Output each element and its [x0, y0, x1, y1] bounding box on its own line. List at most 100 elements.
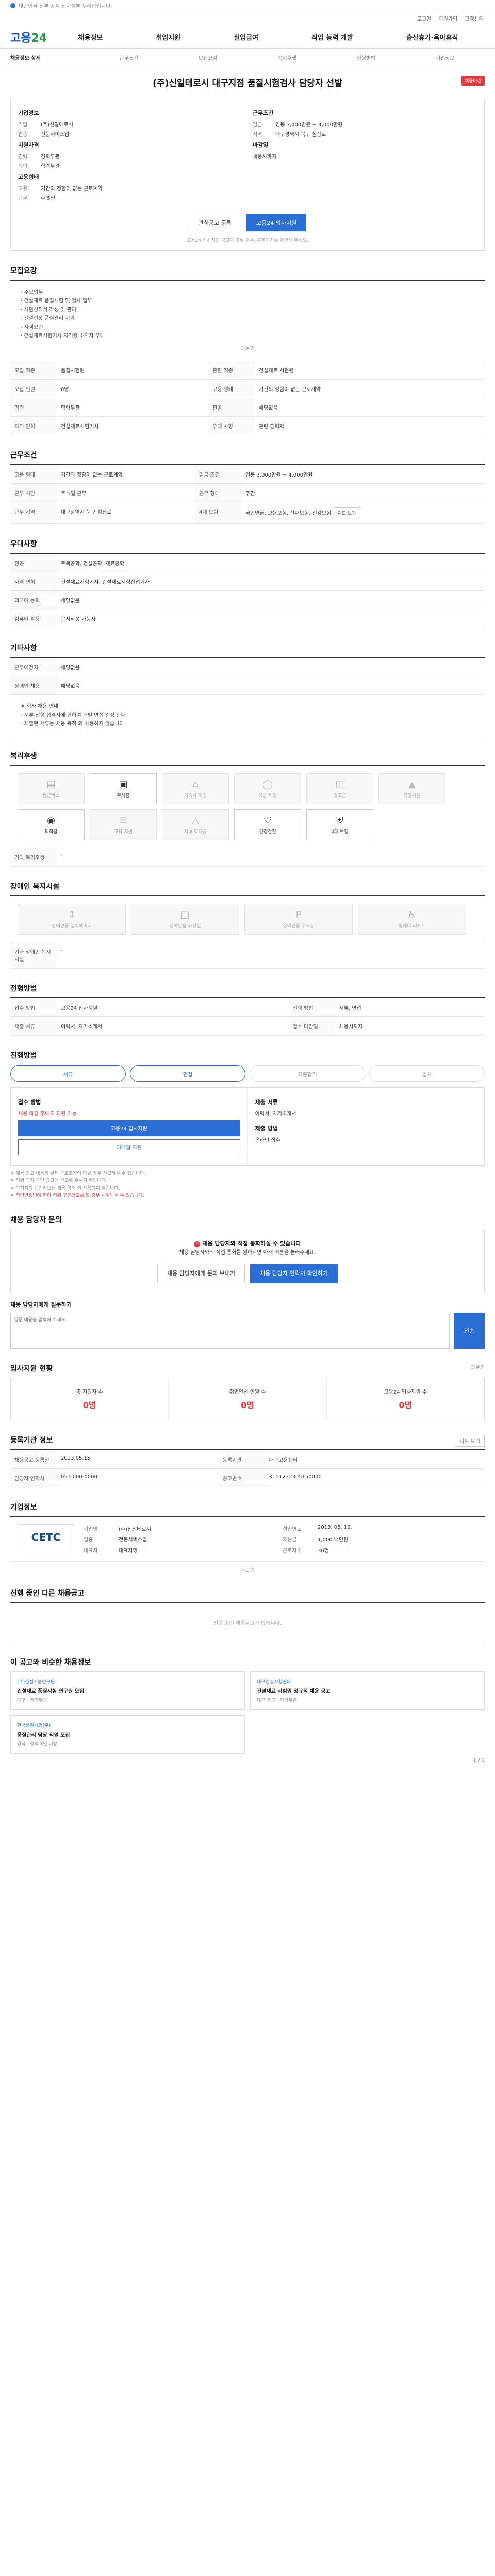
login-link[interactable]: 로그인	[416, 14, 433, 22]
apply-button[interactable]: 고용24 입사지원	[246, 214, 307, 231]
welfare-item: ▤ 통근버스	[18, 773, 85, 804]
signup-link[interactable]: 회원가입	[437, 14, 458, 22]
inquiry-send-button[interactable]: 채용 담당자에게 문의 보내기	[157, 1264, 245, 1284]
company-title: 기업정보	[10, 1503, 37, 1512]
recruit-desc: - 주요업무 · 건설재료 품질시험 및 검사 업무 · 시험성적서 작성 및 관리…	[10, 280, 485, 361]
status-badge: 채용마감	[461, 76, 485, 86]
tab-detail[interactable]: 채용정보 상세	[10, 54, 89, 61]
company-more[interactable]: 더보기	[10, 1566, 485, 1573]
etc-desc: ※ 회사 채용 안내 - 서류 전형 합격자에 한하여 개별 면접 일정 안내 - …	[10, 695, 485, 736]
kv-key: 임금	[253, 122, 262, 128]
gnb-support[interactable]: 취업지원	[156, 32, 180, 42]
welfare-item: ⛨ 4대 보험	[306, 809, 373, 840]
kv-key: 지역	[253, 132, 262, 138]
recommend-item[interactable]: (주)건설기술연구원 건설재료 품질시험 연구원 모집 대구 · 경력무관	[10, 1671, 245, 1710]
question-send-button[interactable]: 전송	[454, 1313, 485, 1349]
coin-icon: ◉	[47, 815, 55, 826]
deadline-value: 채용시까지	[253, 154, 276, 160]
tab-screening[interactable]: 전형방법	[326, 54, 405, 61]
step-item: 최종합격	[250, 1065, 365, 1082]
apply-email-button[interactable]: 이메일 지원	[18, 1139, 240, 1155]
condition-label: 근무조건	[253, 110, 274, 116]
disability-item: ⇕ 장애인용 엘리베이터	[18, 904, 126, 935]
disability-etc: 기타 장애인 복지시설 -	[10, 942, 485, 969]
deadline-label: 마감일	[253, 142, 269, 148]
pref-table: 전공 토목공학, 건설공학, 재료공학 자격 면허 건설재료시험기사, 건설재료시험…	[10, 553, 485, 628]
welfare-item: △ 자녀 학자금	[162, 809, 229, 840]
company-label: 기업정보	[18, 110, 39, 116]
welfare-item: ▲ 휴양시설	[378, 773, 446, 804]
gnb-leave[interactable]: 출산휴가·육아휴직	[406, 32, 458, 42]
gnb-benefit[interactable]: 실업급여	[234, 32, 258, 42]
stat-value: 0명	[399, 1400, 412, 1411]
recruit-title: 모집요강	[10, 267, 37, 275]
stat-value: 0명	[241, 1400, 254, 1411]
kv-value: 주 5일	[41, 196, 55, 201]
other-jobs-title: 진행 중인 다른 채용공고	[10, 1589, 85, 1598]
welfare-item: ♡ 건강검진	[234, 809, 301, 840]
gnb-training[interactable]: 직업 능력 개발	[311, 32, 353, 42]
recommend-pager: 1 / 1	[473, 1758, 485, 1764]
disability-grid: ⇕ 장애인용 엘리베이터 □ 장애인용 화장실 P 장애인용 주차장 ♿ 휠체어 리프트	[10, 895, 485, 942]
kv-key: 경력	[18, 154, 28, 160]
recommend-item[interactable]: 대구건설시험센터 건설재료 시험원 정규직 채용 공고 대구 북구 · 학력무관	[250, 1671, 485, 1710]
regist-map-button[interactable]: 지도 보기	[455, 1435, 485, 1447]
recommend-title: 이 공고와 비슷한 채용정보	[10, 1658, 91, 1667]
tab-welfare[interactable]: 복리후생	[248, 54, 326, 61]
other-jobs-empty: 진행 중인 채용공고가 없습니다.	[10, 1602, 485, 1643]
company-logo: CETC	[18, 1524, 74, 1551]
global-nav: 고용24 채용정보 취업지원 실업급여 직업 능력 개발 출산휴가·육아휴직	[0, 25, 495, 49]
tab-recruit[interactable]: 모집요강	[169, 54, 248, 61]
stats-more-link[interactable]: 더보기	[470, 1363, 485, 1371]
gov-notice-text: 대한민국 정부 공식 전자정부 누리집입니다.	[19, 4, 112, 9]
screening-table: 접수 방법 고용24 입사지원 전형 방법 서류, 면접 제출 서류 이력서, 자기소개…	[10, 997, 485, 1036]
regist-title: 등록기관 정보 지도 보기	[10, 1435, 485, 1447]
more-button[interactable]: 더보기	[21, 345, 474, 353]
tab-work[interactable]: 근무조건	[89, 54, 168, 61]
heart-icon: ♡	[263, 815, 272, 826]
tab-company[interactable]: 기업정보	[406, 54, 485, 61]
disability-title: 장애인 복지시설	[10, 883, 60, 891]
apply-col-text: 채용 마감 후에도 지원 가능	[18, 1111, 77, 1117]
welfare-item: ☰ 교육 지원	[90, 809, 157, 840]
utility-nav: 로그인 회원가입 고객센터	[0, 11, 495, 25]
kv-key: 근무	[18, 196, 28, 201]
house-icon: ⌂	[192, 779, 199, 790]
regist-table: 채용공고 등록일 2023.05.15 등록기관 대구고용센터 담당자 연락처 053-…	[10, 1449, 485, 1488]
welfare-grid: ▤ 통근버스 ▣ 주차장 ⌂ 기숙사 제공 ◯ 식당 제공 ◫ 경조금 ▲ 휴양시설 ◉ 퇴직…	[10, 765, 485, 848]
kv-key: 학력	[18, 164, 28, 170]
apply-online-button[interactable]: 고용24 입사지원	[18, 1120, 240, 1136]
progress-title: 진행방법	[10, 1052, 37, 1060]
welfare-item: ▣ 주차장	[90, 773, 157, 804]
gov-mark-icon	[10, 3, 15, 8]
site-logo[interactable]: 고용24	[10, 29, 52, 45]
scrap-button[interactable]: 관심공고 등록	[188, 214, 241, 231]
resort-icon: ▲	[408, 779, 416, 790]
inquiry-alert: ! 채용 담당자와 직접 통화하실 수 있습니다 채용 담당자와의 직접 통화를 …	[10, 1228, 485, 1294]
kv-value: (주)신일테로시	[41, 122, 74, 128]
help-link[interactable]: 고객센터	[464, 14, 485, 22]
stat-value: 0명	[82, 1400, 96, 1411]
disability-item: □ 장애인용 화장실	[131, 904, 239, 935]
apply-note: 고용24 입사지원 공고가 아닐 경우, 홈페이지를 확인해 주세요.	[187, 238, 308, 243]
stats-title: 입사지원 현황 더보기	[10, 1363, 485, 1374]
employment-label: 고용형태	[18, 174, 39, 180]
kv-key: 기업	[18, 122, 28, 128]
kv-value: 기간의 정함이 없는 근로계약	[41, 186, 103, 192]
fine-print: ※ 채용 공고 내용과 실제 근로조건이 다를 경우 신고하실 수 있습니다. ※…	[10, 1171, 146, 1199]
welfare-etc: 기타 복리후생 -	[10, 848, 485, 867]
gnb-jobs[interactable]: 채용정보	[78, 32, 103, 42]
kv-value: 전문서비스업	[41, 132, 70, 138]
section-tabs: 채용정보 상세 근무조건 모집요강 복리후생 전형방법 기업정보	[0, 49, 495, 66]
recommend-item[interactable]: 한국품질시험(주) 품질관리 담당 직원 모집 경북 · 경력 1년 이상	[10, 1715, 245, 1754]
kv-value: 경력무관	[41, 154, 60, 160]
progress-steps: 서류 면접 최종합격 입사	[10, 1065, 485, 1082]
contact-view-button[interactable]: 채용 담당자 연락처 확인하기	[250, 1264, 338, 1284]
map-button[interactable]: 지도 보기	[333, 507, 361, 518]
step-item: 입사	[369, 1065, 485, 1082]
recommend-list: (주)건설기술연구원 건설재료 품질시험 연구원 모집 대구 · 경력무관 대구건설…	[10, 1671, 485, 1754]
question-input[interactable]	[10, 1313, 450, 1349]
wheelchair-icon: ♿	[407, 909, 417, 920]
inquiry-title: 채용 담당자 문의	[10, 1215, 62, 1224]
question-label: 채용 담당자에게 질문하기	[10, 1301, 72, 1309]
